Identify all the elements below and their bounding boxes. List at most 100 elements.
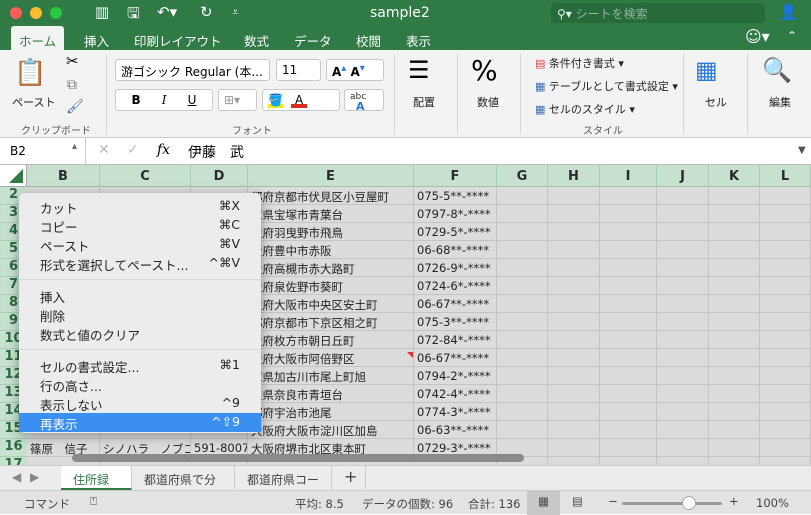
cell-L[interactable] bbox=[760, 367, 811, 385]
cell-K[interactable] bbox=[709, 439, 760, 457]
tab-view[interactable]: 表示 bbox=[398, 26, 439, 50]
cell-K[interactable] bbox=[709, 277, 760, 295]
formula-input[interactable]: 伊藤 武 bbox=[188, 142, 244, 162]
cell-E[interactable]: 都府宇治市池尾 bbox=[248, 403, 414, 421]
cell-I[interactable] bbox=[600, 295, 657, 313]
cell-J[interactable] bbox=[657, 367, 709, 385]
cell-I[interactable] bbox=[600, 457, 657, 465]
menu-item[interactable]: カット ⌘X bbox=[19, 197, 261, 216]
cell-I[interactable] bbox=[600, 349, 657, 367]
paste-icon[interactable]: 📋 bbox=[14, 58, 46, 88]
insert-function-button[interactable]: fx bbox=[157, 142, 170, 158]
cell-K[interactable] bbox=[709, 259, 760, 277]
tab-insert[interactable]: 挿入 bbox=[76, 26, 117, 50]
cell-H[interactable] bbox=[548, 385, 600, 403]
font-color-button[interactable]: A bbox=[290, 93, 308, 108]
enter-icon[interactable]: ✓ bbox=[127, 142, 139, 158]
cell-E[interactable]: 阪府高槻市赤大路町 bbox=[248, 259, 414, 277]
find-icon[interactable]: 🔍 bbox=[762, 56, 792, 84]
copy-icon[interactable]: ⧉ bbox=[67, 77, 77, 93]
conditional-formatting-button[interactable]: ▤ 条件付き書式 ▾ bbox=[535, 55, 624, 71]
cell-F[interactable]: 0729-5*-**** bbox=[414, 223, 497, 241]
cell-H[interactable] bbox=[548, 367, 600, 385]
cell-F[interactable]: 0724-6*-**** bbox=[414, 277, 497, 295]
cell-J[interactable] bbox=[657, 313, 709, 331]
cell-L[interactable] bbox=[760, 187, 811, 205]
zoom-out-button[interactable]: − bbox=[608, 494, 618, 508]
cell-H[interactable] bbox=[548, 313, 600, 331]
prev-sheet-icon[interactable]: ◀ bbox=[12, 470, 21, 484]
phonetic-button[interactable]: abc A bbox=[344, 89, 384, 112]
font-size-select[interactable]: 11 bbox=[276, 59, 321, 81]
menu-item[interactable]: 挿入 bbox=[19, 286, 261, 305]
cell-H[interactable] bbox=[548, 277, 600, 295]
cell-K[interactable] bbox=[709, 421, 760, 439]
tab-data[interactable]: データ bbox=[286, 26, 340, 50]
zoom-in-button[interactable]: + bbox=[729, 494, 739, 508]
cell-G[interactable] bbox=[497, 187, 548, 205]
cell-F[interactable]: 06-67**-**** bbox=[414, 295, 497, 313]
sheet-tab-split[interactable]: 都道府県で分割 bbox=[132, 466, 235, 504]
cell-G[interactable] bbox=[497, 349, 548, 367]
cell-styles-button[interactable]: ▦ セルのスタイル ▾ bbox=[535, 101, 635, 117]
cell-L[interactable] bbox=[760, 331, 811, 349]
cell-K[interactable] bbox=[709, 205, 760, 223]
column-header-F[interactable]: F bbox=[414, 165, 497, 187]
zoom-window-button[interactable] bbox=[50, 7, 62, 19]
cell-K[interactable] bbox=[709, 367, 760, 385]
cell-J[interactable] bbox=[657, 421, 709, 439]
cell-F[interactable]: 06-68**-**** bbox=[414, 241, 497, 259]
name-box-stepper-icon[interactable]: ▴ bbox=[72, 141, 77, 152]
collapse-ribbon-icon[interactable]: ⌃ bbox=[787, 29, 797, 43]
cell-E[interactable]: 庫県加古川市尾上町旭 bbox=[248, 367, 414, 385]
tab-home[interactable]: ホーム bbox=[11, 26, 65, 50]
cell-F[interactable]: 0742-4*-**** bbox=[414, 385, 497, 403]
format-painter-icon[interactable]: 🖌 bbox=[66, 99, 84, 115]
number-format-icon[interactable]: % bbox=[471, 54, 498, 87]
cell-G[interactable] bbox=[497, 277, 548, 295]
close-window-button[interactable] bbox=[10, 7, 22, 19]
redo-icon[interactable]: ↻ bbox=[200, 3, 213, 21]
cancel-icon[interactable]: ✕ bbox=[98, 142, 110, 158]
menu-item[interactable]: コピー ⌘C bbox=[19, 216, 261, 235]
menu-item[interactable]: 表示しない ^9 bbox=[19, 394, 261, 413]
borders-button[interactable]: ⊞▾ bbox=[218, 89, 257, 111]
cell-F[interactable]: 0797-8*-**** bbox=[414, 205, 497, 223]
underline-button[interactable]: U bbox=[188, 93, 197, 107]
cell-E[interactable]: 阪府大阪市中央区安土町 bbox=[248, 295, 414, 313]
name-box[interactable]: B2 bbox=[10, 144, 26, 158]
cell-K[interactable] bbox=[709, 331, 760, 349]
column-header-C[interactable]: C bbox=[100, 165, 191, 187]
cell-F[interactable]: 0726-9*-**** bbox=[414, 259, 497, 277]
cell-L[interactable] bbox=[760, 439, 811, 457]
cell-L[interactable] bbox=[760, 457, 811, 465]
cell-E[interactable]: 大阪府大阪市淀川区加島 bbox=[248, 421, 414, 439]
bold-button[interactable]: B bbox=[132, 93, 141, 107]
cell-J[interactable] bbox=[657, 241, 709, 259]
column-header-G[interactable]: G bbox=[497, 165, 548, 187]
cell-J[interactable] bbox=[657, 187, 709, 205]
cell-L[interactable] bbox=[760, 313, 811, 331]
cell-H[interactable] bbox=[548, 295, 600, 313]
column-header-J[interactable]: J bbox=[657, 165, 709, 187]
cell-K[interactable] bbox=[709, 241, 760, 259]
paste-button[interactable]: ペースト bbox=[12, 94, 55, 110]
number-button[interactable]: 数値 bbox=[477, 94, 499, 110]
cell-K[interactable] bbox=[709, 313, 760, 331]
font-size-adjust-buttons[interactable]: A▴ A▾ bbox=[326, 59, 384, 81]
cell-I[interactable] bbox=[600, 187, 657, 205]
column-header-I[interactable]: I bbox=[600, 165, 657, 187]
menu-item[interactable]: 数式と値のクリア bbox=[19, 324, 261, 343]
cell-K[interactable] bbox=[709, 349, 760, 367]
cell-H[interactable] bbox=[548, 259, 600, 277]
cell-G[interactable] bbox=[497, 295, 548, 313]
column-header-K[interactable]: K bbox=[709, 165, 760, 187]
cell-I[interactable] bbox=[600, 403, 657, 421]
cell-G[interactable] bbox=[497, 367, 548, 385]
cell-E[interactable]: 阪府羽曳野市飛鳥 bbox=[248, 223, 414, 241]
cell-I[interactable] bbox=[600, 205, 657, 223]
cell-J[interactable] bbox=[657, 349, 709, 367]
tab-review[interactable]: 校閲 bbox=[348, 26, 389, 50]
row-header[interactable]: 17 bbox=[0, 457, 27, 465]
menu-item[interactable]: セルの書式設定... ⌘1 bbox=[19, 356, 261, 375]
